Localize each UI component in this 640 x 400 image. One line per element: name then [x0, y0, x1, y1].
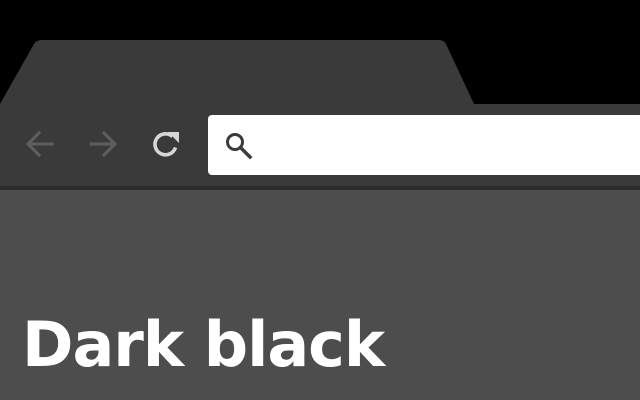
address-input[interactable] [264, 125, 628, 167]
search-icon [226, 133, 253, 160]
page-headline: Dark black [22, 308, 385, 381]
arrow-right-icon [89, 130, 118, 158]
back-button[interactable] [22, 126, 58, 162]
reload-button[interactable] [148, 126, 184, 162]
tab-shape [0, 40, 480, 106]
forward-button[interactable] [85, 126, 121, 162]
tab-strip [0, 0, 640, 106]
arrow-left-icon [25, 130, 54, 158]
browser-tab[interactable] [0, 40, 480, 106]
browser-window: Dark black [0, 0, 640, 400]
address-bar[interactable] [208, 115, 640, 175]
reload-icon [153, 132, 179, 157]
